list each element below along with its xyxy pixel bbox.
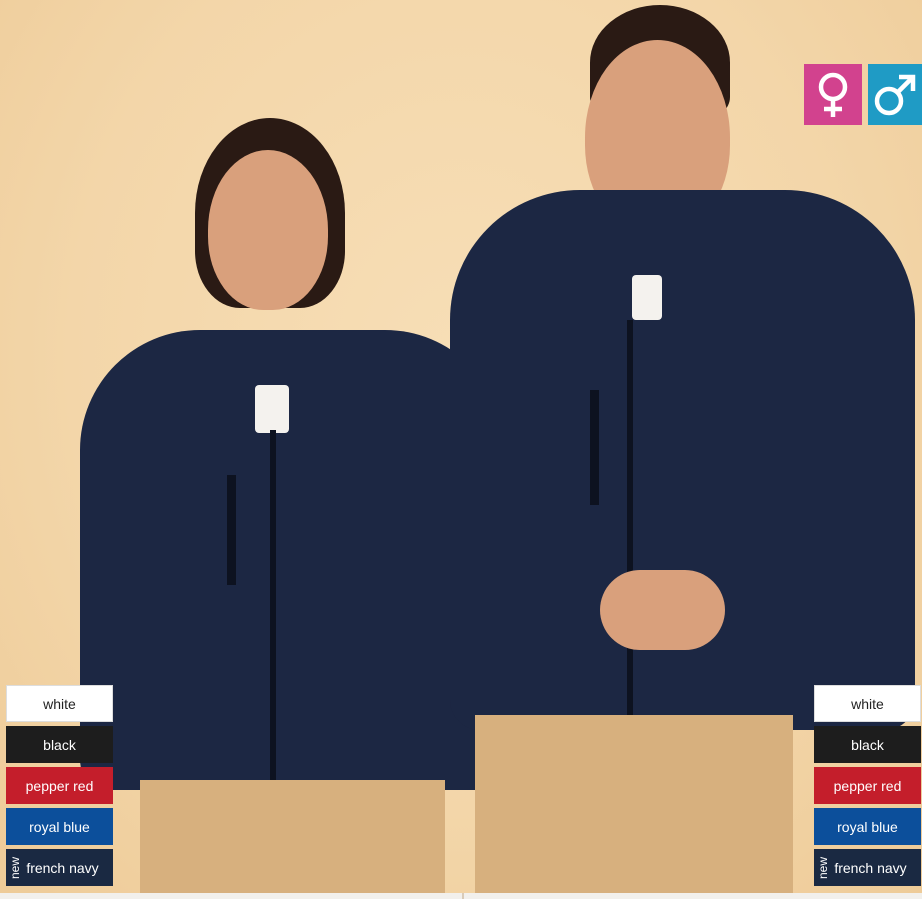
- swatch-royal-blue[interactable]: royal blue: [6, 808, 113, 845]
- swatch-pepper-red[interactable]: pepper red: [814, 767, 921, 804]
- male-symbol-icon: [868, 64, 922, 125]
- swatch-white[interactable]: white: [6, 685, 113, 722]
- swatch-pepper-red[interactable]: pepper red: [6, 767, 113, 804]
- swatch-french-navy[interactable]: new french navy: [814, 849, 921, 886]
- product-photo: [0, 0, 922, 893]
- swatch-white[interactable]: white: [814, 685, 921, 722]
- swatch-black[interactable]: black: [814, 726, 921, 763]
- color-swatches-right: white black pepper red royal blue new fr…: [814, 685, 921, 890]
- color-swatches-left: white black pepper red royal blue new fr…: [6, 685, 113, 890]
- female-symbol-icon: [804, 64, 862, 125]
- swatch-french-navy[interactable]: new french navy: [6, 849, 113, 886]
- new-badge: new: [816, 856, 831, 879]
- bottom-strip: [0, 893, 922, 899]
- swatch-royal-blue[interactable]: royal blue: [814, 808, 921, 845]
- new-badge: new: [8, 856, 23, 879]
- divider: [462, 893, 464, 899]
- swatch-black[interactable]: black: [6, 726, 113, 763]
